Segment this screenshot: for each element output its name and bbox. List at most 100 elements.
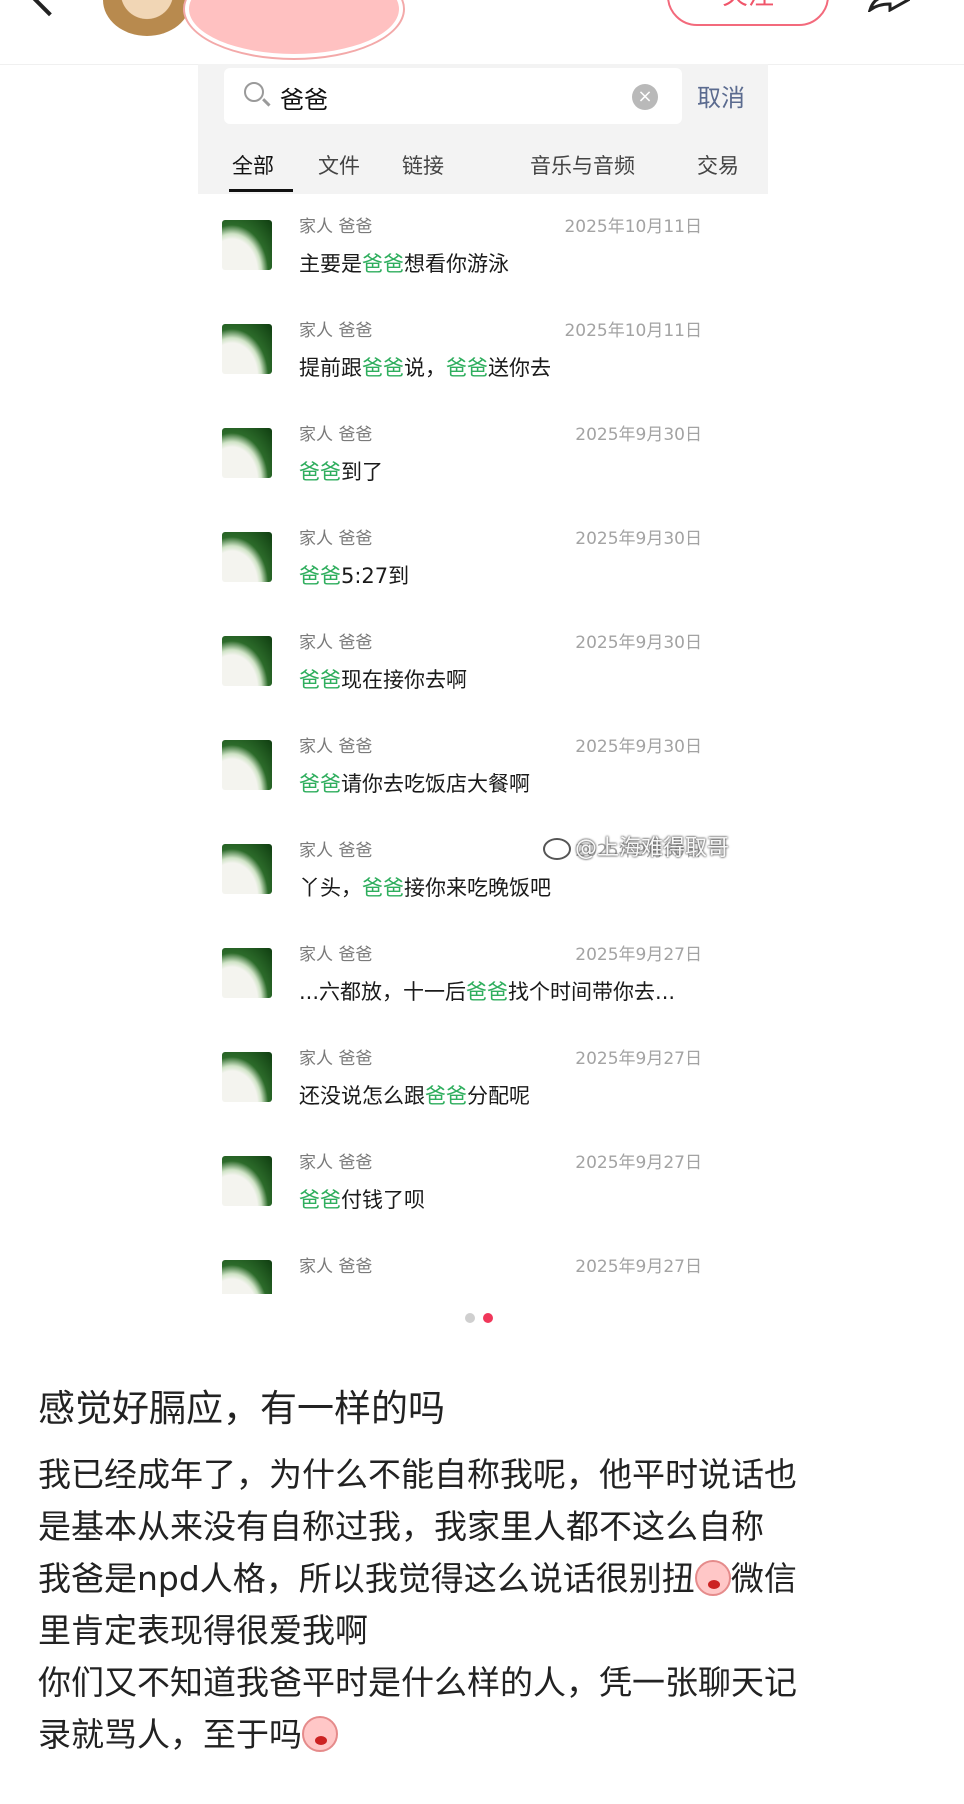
highlighted-keyword: 爸爸 [362,252,404,276]
result-message: 丫头，爸爸接你来吃晚饭吧 [299,872,551,902]
search-header: 爸爸 × 取消 全部 文件 链接 音乐与音频 交易 [198,64,768,194]
result-row[interactable]: 家人 爸爸 2025年9月27日爸爸付钱了呗 [198,1130,768,1234]
message-text: 接你来吃晚饭吧 [404,876,551,900]
message-text: 提前跟 [299,356,362,380]
result-meta: 家人 爸爸 [299,945,373,965]
highlighted-keyword: 爸爸 [425,1084,467,1108]
post-line: 里肯定表现得很爱我啊 [38,1611,368,1650]
result-row[interactable]: 家人 爸爸 2025年9月30日爸爸5:27到 [198,506,768,610]
cancel-button[interactable]: 取消 [697,78,745,113]
chat-avatar [222,324,272,374]
message-text: 说， [404,356,446,380]
result-row[interactable]: 家人 爸爸 2025年9月30日爸爸现在接你去啊 [198,610,768,714]
result-meta: 家人 爸爸 [299,737,373,757]
follow-button[interactable]: 关注 [667,0,829,26]
highlighted-keyword: 爸爸 [299,772,341,796]
avatar-sticker [185,0,403,58]
search-input[interactable]: 爸爸 × [224,68,682,124]
message-text: 送你去 [488,356,551,380]
post-line-text: 录就骂人，至于吗 [38,1715,302,1754]
result-date: 2025年9月27日 [575,945,702,965]
result-row[interactable]: 家人 爸爸 2025年10月11日 提前跟爸爸说，爸爸送你去 [198,298,768,402]
chat-avatar [222,220,272,270]
highlighted-keyword: 爸爸 [299,564,341,588]
post-line: 是基本从来没有自称过我，我家里人都不这么自称 [38,1507,764,1546]
chat-avatar [222,740,272,790]
tab-music-audio[interactable]: 音乐与音频 [530,150,635,180]
carousel-indicator [465,1308,501,1327]
highlighted-keyword: 爸爸 [362,876,404,900]
crying-emoji-icon [302,1716,338,1752]
message-text: 到了 [341,460,383,484]
chat-avatar [222,532,272,582]
active-tab-indicator [229,189,293,192]
result-meta: 家人 爸爸 [299,841,373,861]
highlighted-keyword: 爸爸 [362,356,404,380]
result-meta: 家人 爸爸 [299,1153,373,1173]
result-meta: 家人 爸爸 [299,217,373,237]
result-message: 爸爸请你去吃饭店大餐啊 [299,768,530,798]
result-date: 2025年9月30日 [575,633,702,653]
message-text: 付钱了呗 [341,1188,425,1212]
crying-emoji-icon [694,1560,731,1596]
result-row[interactable]: 家人 爸爸 2025年9月27日 还没说怎么跟爸爸分配呢 [198,1026,768,1130]
chat-avatar [222,428,272,478]
result-message: 爸爸现在接你去啊 [299,664,467,694]
result-date: 2025年10月11日 [564,217,702,237]
carousel-dot-active[interactable] [483,1313,493,1323]
result-row[interactable]: 家人 爸爸 2025年10月11日主要是爸爸想看你游泳 [198,194,768,298]
message-text: 5:27到 [341,564,410,588]
result-message: 爸爸付钱了呗 [299,1184,425,1214]
back-icon[interactable] [27,0,71,17]
highlighted-keyword: 爸爸 [299,460,341,484]
message-text: 主要是 [299,252,362,276]
chat-avatar [222,636,272,686]
chat-avatar [222,844,272,894]
chat-avatar [222,1260,272,1294]
weibo-icon [543,838,571,860]
result-date: 2025年9月30日 [575,529,702,549]
result-date: 2025年9月27日 [575,1153,702,1173]
chat-avatar [222,1052,272,1102]
result-date: 2025年9月27日 [575,1049,702,1069]
result-meta: 家人 爸爸 [299,633,373,653]
watermark: @上海难得取哥 [543,830,729,862]
post-line-text: 我爸是npd人格，所以我觉得这么说话很别扭 [38,1559,695,1598]
result-row[interactable]: 家人 爸爸 2025年9月27日 [198,1234,768,1294]
result-row[interactable]: 家人 爸爸 2025年9月30日爸爸请你去吃饭店大餐啊 [198,714,768,818]
result-message: 爸爸5:27到 [299,560,409,590]
result-date: 2025年9月30日 [575,425,702,445]
result-row[interactable]: 家人 爸爸 2025年9月30日爸爸到了 [198,402,768,506]
post-title: 感觉好膈应，有一样的吗 [38,1387,445,1430]
result-row[interactable]: 家人 爸爸 2025年9月27日 ...六都放，十一后爸爸找个时间带你去... [198,922,768,1026]
result-date: 2025年9月27日 [575,1257,702,1277]
result-meta: 家人 爸爸 [299,529,373,549]
tab-transactions[interactable]: 交易 [697,150,739,180]
message-text: 想看你游泳 [404,252,509,276]
highlighted-keyword: 爸爸 [299,1188,341,1212]
chat-avatar [222,1156,272,1206]
chat-avatar [222,948,272,998]
post-line: 录就骂人，至于吗 [38,1708,938,1756]
result-meta: 家人 爸爸 [299,1257,373,1277]
post-line-text: 微信 [730,1559,797,1598]
message-text: 现在接你去啊 [341,668,467,692]
search-value: 爸爸 [280,86,328,114]
message-text: ...六都放，十一后 [299,980,467,1004]
clear-icon[interactable]: × [632,84,658,110]
result-message: ...六都放，十一后爸爸找个时间带你去... [299,976,675,1006]
chat-search-screenshot: 爸爸 × 取消 全部 文件 链接 音乐与音频 交易 家人 爸爸 2025年10月1… [198,64,768,1294]
author-avatar[interactable] [103,0,191,36]
message-text: 还没说怎么跟 [299,1084,425,1108]
result-message: 提前跟爸爸说，爸爸送你去 [299,352,551,382]
tab-links[interactable]: 链接 [402,150,444,180]
share-icon[interactable] [868,0,910,12]
result-message: 主要是爸爸想看你游泳 [299,248,509,278]
result-meta: 家人 爸爸 [299,425,373,445]
tab-files[interactable]: 文件 [318,150,360,180]
carousel-dot[interactable] [465,1313,475,1323]
highlighted-keyword: 爸爸 [466,980,509,1004]
result-message: 爸爸到了 [299,456,383,486]
result-date: 2025年9月30日 [575,737,702,757]
tab-all[interactable]: 全部 [232,150,274,180]
